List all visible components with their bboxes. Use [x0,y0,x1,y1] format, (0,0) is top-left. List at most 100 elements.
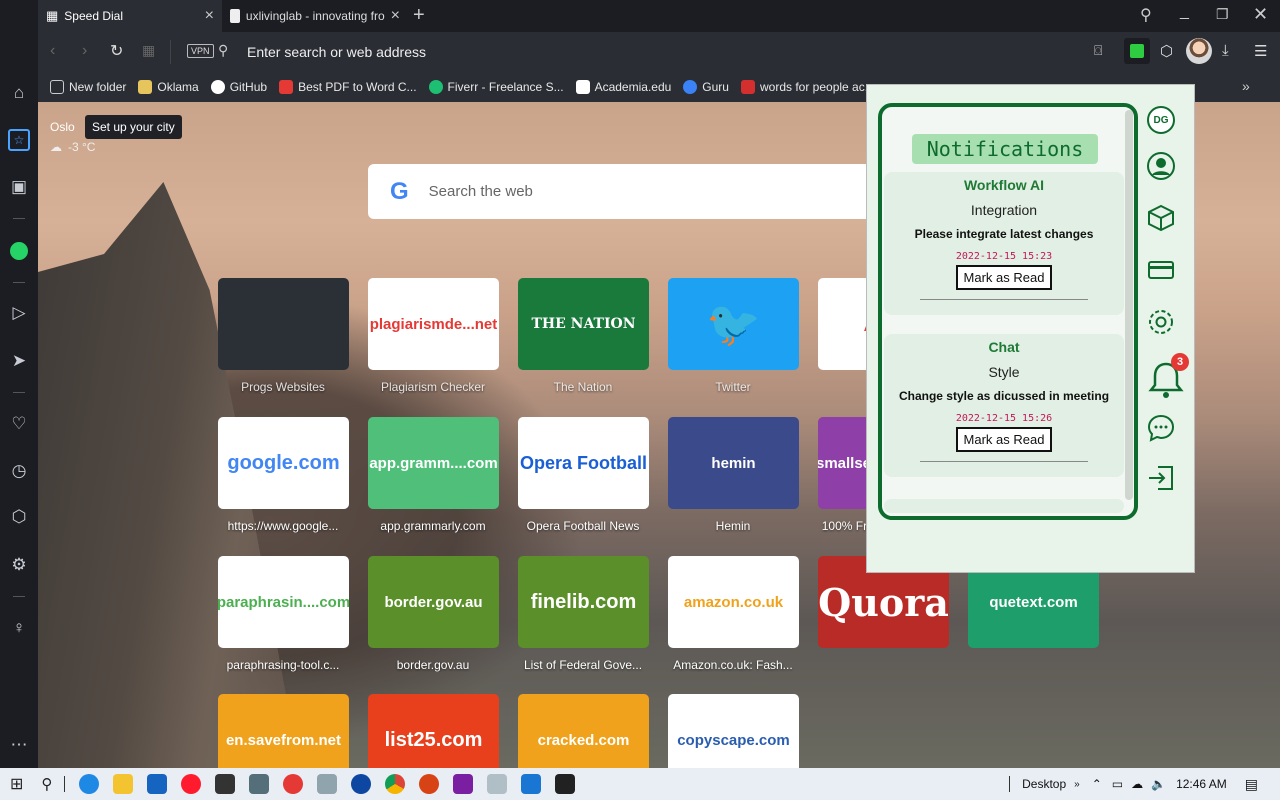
close-tab-icon[interactable]: × [391,7,400,25]
bookmark-github[interactable]: GitHub [210,80,268,94]
reload-icon[interactable]: ↻ [110,41,123,61]
search-icon[interactable]: ⚲ [41,775,52,793]
bookmark-label: GitHub [229,80,268,94]
cube-icon[interactable]: ⬡ [0,502,38,532]
bookmark-words[interactable]: words for people ac... [740,80,875,94]
payment-card-icon[interactable] [1143,252,1179,288]
app-icon[interactable] [215,774,236,794]
heart-icon[interactable]: ♡ [0,409,38,439]
tile-logo-text: Quora [818,579,949,625]
search-tabs-icon[interactable]: ⚲ [1140,5,1152,25]
file-explorer-icon[interactable] [113,774,134,794]
windows-start-icon[interactable]: ⊞ [10,774,23,794]
battery-icon[interactable]: ▭ [1112,777,1123,791]
products-box-icon[interactable] [1143,200,1179,236]
player-icon[interactable]: ▷ [0,298,38,328]
notifications-scrollbar[interactable] [1125,110,1133,500]
bookmark-label: Best PDF to Word C... [298,80,417,94]
tile-label: border.gov.au [396,658,470,672]
address-input[interactable]: Enter search or web address [247,44,426,60]
task-view-icon[interactable] [64,776,66,792]
bookmark-pdf[interactable]: Best PDF to Word C... [279,80,417,94]
snapshot-camera-icon[interactable]: ⌼ [1094,42,1102,59]
speed-dial-tile[interactable]: plagiarismde...net [368,278,499,370]
visual-studio-icon[interactable] [453,774,474,794]
notepad-icon[interactable] [487,774,508,794]
user-profile-icon[interactable] [1143,148,1179,184]
profile-avatar[interactable] [1186,38,1212,64]
download-icon[interactable]: ⤓ [1222,42,1229,59]
bookmark-label: Fiverr - Freelance S... [447,80,564,94]
chat-bubble-icon[interactable] [1143,410,1179,446]
app-icon[interactable] [249,774,270,794]
bookmark-guru[interactable]: Guru [683,80,729,94]
lightbulb-icon[interactable]: ♀ [0,613,38,643]
logout-icon[interactable] [1143,460,1179,496]
speed-dial-tile[interactable]: border.gov.au [368,556,499,648]
terminal-icon[interactable] [555,774,576,794]
network-icon[interactable]: ☁ [1131,777,1143,791]
close-window-icon[interactable]: ✕ [1253,4,1268,25]
mail-icon[interactable] [147,774,168,794]
bookmark-label: Oklama [157,80,199,94]
action-center-icon[interactable]: ▤ [1245,776,1258,793]
edge-icon[interactable] [79,774,100,794]
extensions-cube-icon[interactable]: ⬡ [1160,42,1173,60]
vpn-badge[interactable]: VPN [187,44,214,58]
more-dots-icon[interactable]: ⋯ [0,730,38,760]
more-bookmarks-icon[interactable]: » [1242,78,1250,94]
speed-dial-tile[interactable]: THE NATION [518,278,649,370]
whatsapp-icon[interactable] [0,236,38,266]
chrome-icon[interactable] [385,774,406,794]
toolbar-chevron-icon[interactable]: » [1074,779,1080,790]
tray-up-icon[interactable]: ⌃ [1092,777,1102,791]
settings-gear-icon[interactable] [1143,304,1179,340]
home-icon[interactable]: ⌂ [0,78,38,108]
minimize-window-icon[interactable]: _ [1180,3,1189,21]
opera-taskbar-icon[interactable] [181,774,202,794]
speed-dial-tile[interactable]: 🐦 [668,278,799,370]
tab-grid-icon[interactable]: ▦ [142,42,155,59]
speed-dial-search[interactable]: G Search the web [368,164,888,219]
easy-setup-icon[interactable]: ☰ [1254,42,1267,60]
app-icon[interactable] [521,774,542,794]
app-icon[interactable] [317,774,338,794]
tab-uxlivinglab[interactable]: uxlivinglab - innovating fro × [222,0,408,32]
speed-dial-tile[interactable]: Opera Football [518,417,649,509]
bookmark-new-folder[interactable]: New folder [50,80,126,94]
bookmark-oklama[interactable]: Oklama [138,80,199,94]
close-tab-icon[interactable]: × [205,7,214,25]
notification-card: Chat Style Change style as dicussed in m… [884,334,1124,477]
send-icon[interactable]: ➤ [0,346,38,376]
speed-dial-tile[interactable] [218,278,349,370]
bookmark-fiverr[interactable]: Fiverr - Freelance S... [428,80,564,94]
bookmark-academia[interactable]: Academia.edu [575,80,671,94]
speed-dial-tile[interactable]: paraphrasin....com [218,556,349,648]
desktop-label[interactable]: Desktop [1022,777,1066,791]
search-input[interactable]: Search the web [429,183,533,200]
city-tooltip[interactable]: Set up your city [85,115,182,139]
speed-dial-tile[interactable]: finelib.com [518,556,649,648]
settings-gear-icon[interactable]: ⚙ [0,550,38,580]
speed-dial-icon[interactable]: ☆ [0,125,38,155]
volume-icon[interactable]: 🔈 [1151,777,1166,791]
clock-time[interactable]: 12:46 AM [1176,777,1227,791]
app-icon[interactable] [283,774,304,794]
workspaces-briefcase-icon[interactable]: ▣ [0,172,38,202]
app-icon[interactable] [351,774,372,794]
mark-as-read-button[interactable]: Mark as Read [955,265,1053,290]
app-icon[interactable] [419,774,440,794]
extension-button[interactable] [1124,38,1150,64]
tab-speed-dial[interactable]: ▦ Speed Dial × [38,0,222,32]
restore-window-icon[interactable]: ❐ [1216,6,1229,23]
new-tab-plus-icon[interactable]: + [413,4,425,27]
forward-icon[interactable]: › [82,42,87,60]
back-icon[interactable]: ‹ [50,42,55,60]
history-clock-icon[interactable]: ◷ [0,456,38,486]
speed-dial-tile[interactable]: app.gramm....com [368,417,499,509]
speed-dial-tile[interactable]: hemin [668,417,799,509]
speed-dial-tile[interactable]: amazon.co.uk [668,556,799,648]
sidebar-divider [13,218,25,219]
mark-as-read-button[interactable]: Mark as Read [955,427,1053,452]
speed-dial-tile[interactable]: google.com [218,417,349,509]
